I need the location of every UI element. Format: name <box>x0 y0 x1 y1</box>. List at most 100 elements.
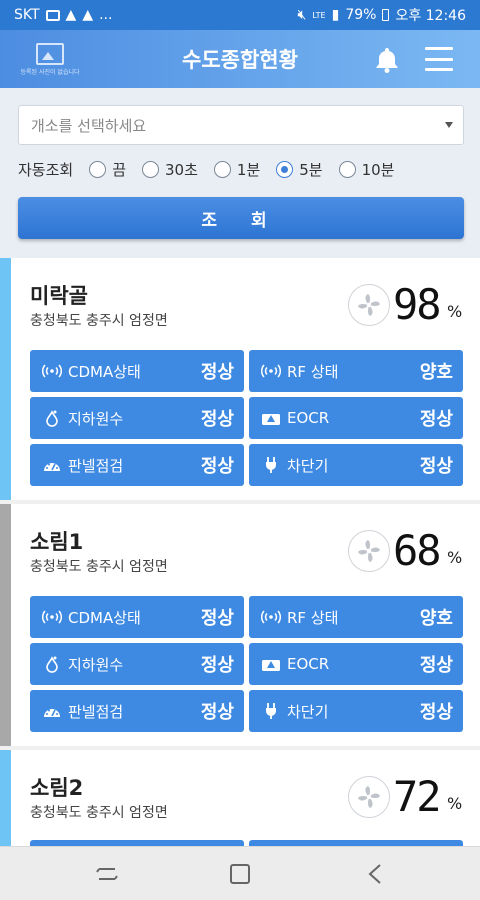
radio-5m[interactable]: 5분 <box>276 159 323 180</box>
status-tile-label: 판넬점검 <box>68 456 124 475</box>
clock: 오후 12:46 <box>395 8 466 24</box>
water-level-percent: 98 <box>393 280 442 329</box>
status-tile-label: RF 상태 <box>287 362 339 381</box>
site-name: 소림1 <box>30 530 84 554</box>
battery-percent: 79% <box>345 7 377 23</box>
status-tile-label: 지하원수 <box>68 655 124 674</box>
recent-apps-icon[interactable] <box>92 859 122 889</box>
signal-bars-icon: ▮ <box>331 7 340 23</box>
warning-icon: ▲ <box>65 7 77 23</box>
site-address: 충청북도 충주시 엄정면 <box>30 805 168 821</box>
percent-sign: % <box>447 794 463 813</box>
app-header: 등록된 사진이 없습니다 수도종합현황 <box>0 30 480 88</box>
site-select-placeholder: 개소를 선택하세요 <box>31 116 147 135</box>
battery-icon <box>382 9 390 21</box>
status-tile[interactable]: CDMA상태 정상 <box>30 596 244 638</box>
gallery-icon <box>45 9 60 21</box>
more-notifications: ... <box>99 7 113 23</box>
gauge-icon <box>42 455 62 475</box>
status-tile[interactable]: RF 상태 양호 <box>249 596 463 638</box>
carrier-label: SKT <box>14 7 40 23</box>
back-icon[interactable] <box>360 859 390 889</box>
percent-sign: % <box>447 548 463 567</box>
home-icon[interactable] <box>225 859 255 889</box>
status-tile-label: 차단기 <box>287 456 329 475</box>
status-tile-label: EOCR <box>287 409 330 427</box>
status-tile-label: CDMA상태 <box>68 362 141 381</box>
filter-panel: 개소를 선택하세요 자동조회 끔 30초 1분 5분 10분 조 회 <box>0 88 480 258</box>
gauge-icon <box>42 701 62 721</box>
status-tile-label: CDMA상태 <box>68 608 141 627</box>
status-tile-value: 정상 <box>419 456 453 477</box>
warning-icon <box>261 408 281 428</box>
status-tile[interactable]: CDMA상태 정상 <box>30 350 244 392</box>
water-drop-icon <box>42 408 62 428</box>
status-tile-value: 정상 <box>200 608 234 629</box>
status-tile[interactable]: EOCR 정상 <box>249 643 463 685</box>
status-tile[interactable]: 차단기 정상 <box>249 690 463 732</box>
status-tile[interactable]: EOCR 정상 <box>249 397 463 439</box>
site-address: 충청북도 충주시 엄정면 <box>30 559 168 575</box>
status-tile-label: EOCR <box>287 655 330 673</box>
signal-icon <box>42 607 62 627</box>
status-bar: SKT ▲ ▲ ... 🔇︎ LTE ▮ 79% 오후 12:46 <box>0 0 480 30</box>
auto-refresh-label: 자동조회 <box>18 160 74 179</box>
status-tile-value: 양호 <box>419 362 453 383</box>
site-card[interactable]: 소림2 충청북도 충주시 엄정면 72% <box>0 750 480 850</box>
status-tile-label: 차단기 <box>287 702 329 721</box>
pump-fan-icon <box>348 530 390 572</box>
radio-30s[interactable]: 30초 <box>142 159 198 180</box>
network-label: LTE <box>312 10 326 20</box>
notification-bell-icon[interactable] <box>372 45 402 75</box>
status-tile[interactable]: 지하원수 정상 <box>30 643 244 685</box>
site-address: 충청북도 충주시 엄정면 <box>30 313 168 329</box>
radio-off[interactable]: 끔 <box>89 159 126 180</box>
water-drop-icon <box>42 654 62 674</box>
pump-fan-icon <box>348 776 390 818</box>
radio-1m[interactable]: 1분 <box>213 159 260 180</box>
status-tile-value: 양호 <box>419 608 453 629</box>
status-tile-value: 정상 <box>200 655 234 676</box>
plug-icon <box>261 701 281 721</box>
status-accent-bar <box>0 504 11 746</box>
status-tile[interactable]: 판넬점검 정상 <box>30 444 244 486</box>
status-tile-value: 정상 <box>200 409 234 430</box>
hamburger-menu-icon[interactable] <box>425 47 453 71</box>
signal-icon <box>261 607 281 627</box>
mute-icon: 🔇︎ <box>297 7 307 23</box>
status-tile-value: 정상 <box>419 409 453 430</box>
status-tile-label: RF 상태 <box>287 608 339 627</box>
site-card[interactable]: 미락골 충청북도 충주시 엄정면 98% CDMA상태 정상 RF 상태 양호 지하원수 정상 E… <box>0 258 480 500</box>
site-name: 소림2 <box>30 776 84 800</box>
water-level-percent: 72 <box>393 772 442 821</box>
percent-sign: % <box>447 302 463 321</box>
status-accent-bar <box>0 750 11 850</box>
status-tile-value: 정상 <box>419 655 453 676</box>
status-tile[interactable]: 지하원수 정상 <box>30 397 244 439</box>
system-nav-bar <box>0 846 480 900</box>
site-name: 미락골 <box>30 284 88 308</box>
status-tile-label: 지하원수 <box>68 409 124 428</box>
status-tile[interactable]: 판넬점검 정상 <box>30 690 244 732</box>
status-tile[interactable]: 차단기 정상 <box>249 444 463 486</box>
warning-icon: ▲ <box>82 7 94 23</box>
status-tile-value: 정상 <box>419 702 453 723</box>
site-card[interactable]: 소림1 충청북도 충주시 엄정면 68% CDMA상태 정상 RF 상태 양호 지하원수 정상 E… <box>0 504 480 746</box>
signal-icon <box>261 361 281 381</box>
image-placeholder-icon <box>36 42 64 65</box>
radio-10m[interactable]: 10분 <box>338 159 394 180</box>
pump-fan-icon <box>348 284 390 326</box>
status-tile-label: 판넬점검 <box>68 702 124 721</box>
status-tile-value: 정상 <box>200 456 234 477</box>
plug-icon <box>261 455 281 475</box>
status-tile[interactable]: RF 상태 양호 <box>249 350 463 392</box>
status-tile-value: 정상 <box>200 362 234 383</box>
logo-caption: 등록된 사진이 없습니다 <box>20 68 80 76</box>
auto-refresh-group: 자동조회 끔 30초 1분 5분 10분 <box>18 158 394 180</box>
signal-icon <box>42 361 62 381</box>
logo: 등록된 사진이 없습니다 <box>10 38 90 80</box>
search-button[interactable]: 조 회 <box>18 197 464 239</box>
status-tile-value: 정상 <box>200 702 234 723</box>
site-select[interactable]: 개소를 선택하세요 <box>18 105 464 145</box>
warning-icon <box>261 654 281 674</box>
